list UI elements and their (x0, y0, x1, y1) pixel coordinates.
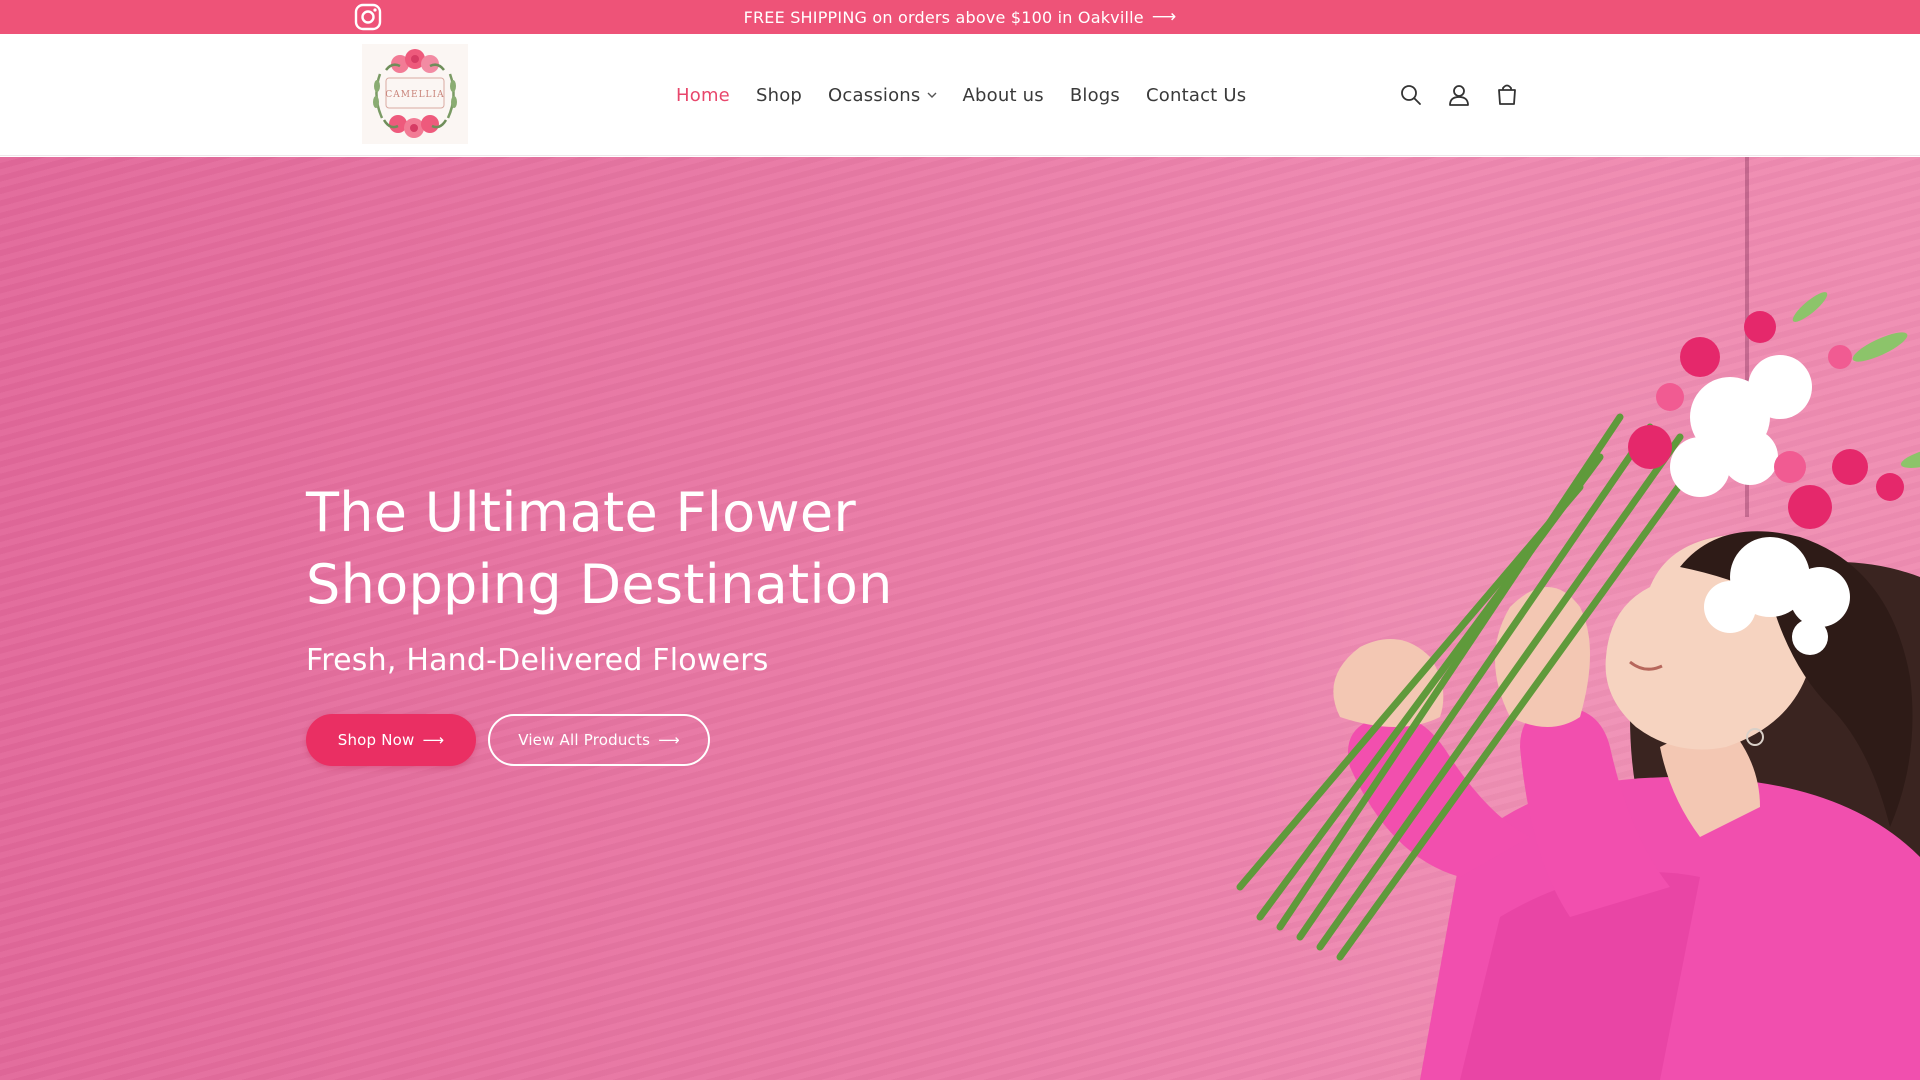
announcement-text: FREE SHIPPING on orders above $100 in Oa… (743, 7, 1144, 27)
cart-icon[interactable] (1494, 82, 1520, 108)
arrow-right-icon: ⟶ (1151, 7, 1177, 27)
announcement-bar: FREE SHIPPING on orders above $100 in Oa… (0, 0, 1920, 34)
chevron-down-icon (927, 92, 936, 98)
view-all-products-label: View All Products (518, 731, 651, 749)
header-actions (1398, 34, 1520, 156)
nav-shop[interactable]: Shop (756, 85, 802, 106)
site-header: CAMELLIA Home Shop Ocassions About us Bl… (0, 34, 1920, 156)
hero-title-line2: Shopping Destination (306, 553, 893, 616)
nav-blogs[interactable]: Blogs (1070, 85, 1120, 106)
nav-blogs-label: Blogs (1069, 84, 1120, 106)
hero-title-line1: The Ultimate Flower (306, 481, 856, 544)
shop-now-button[interactable]: Shop Now ⟶ (306, 714, 476, 766)
camellia-logo[interactable]: CAMELLIA (362, 44, 468, 144)
hero-title: The Ultimate Flower Shopping Destination (306, 477, 926, 621)
view-all-products-button[interactable]: View All Products ⟶ (488, 714, 710, 766)
nav-shop-label: Shop (755, 84, 803, 106)
nav-home-label: Home (676, 84, 730, 106)
instagram-icon[interactable] (352, 1, 384, 33)
search-icon[interactable] (1398, 82, 1424, 108)
shop-now-label: Shop Now (337, 731, 415, 749)
nav-occasions[interactable]: Ocassions (828, 85, 936, 106)
svg-text:CAMELLIA: CAMELLIA (385, 90, 444, 100)
nav-about[interactable]: About us (963, 85, 1044, 106)
nav-home[interactable]: Home (676, 85, 730, 106)
nav-about-label: About us (962, 84, 1044, 106)
hero-content: The Ultimate Flower Shopping Destination… (306, 477, 926, 766)
nav-occasions-label: Ocassions (828, 84, 921, 106)
arrow-right-icon: ⟶ (658, 731, 680, 749)
account-icon[interactable] (1446, 82, 1472, 108)
announcement-link[interactable]: FREE SHIPPING on orders above $100 in Oa… (744, 7, 1177, 27)
hero-banner: The Ultimate Flower Shopping Destination… (0, 157, 1920, 1080)
arrow-right-icon: ⟶ (422, 731, 445, 749)
hero-buttons: Shop Now ⟶ View All Products ⟶ (306, 714, 926, 766)
main-nav: Home Shop Ocassions About us Blogs Conta… (676, 34, 1272, 156)
hero-subtitle: Fresh, Hand-Delivered Flowers (306, 643, 769, 678)
nav-contact[interactable]: Contact Us (1146, 85, 1246, 106)
nav-contact-label: Contact Us (1146, 84, 1247, 106)
